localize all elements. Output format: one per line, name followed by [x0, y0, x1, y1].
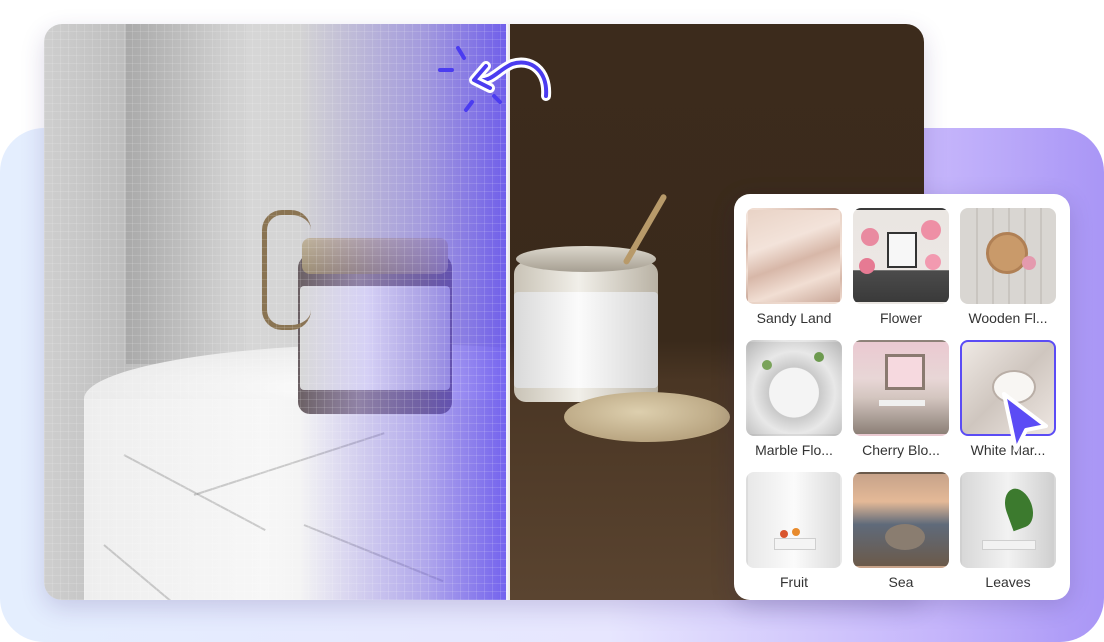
fruit-thumbnail	[746, 472, 842, 568]
background-option-cherry-blossom[interactable]: Cherry Blo...	[853, 340, 949, 458]
cherry-blossom-thumbnail	[853, 340, 949, 436]
background-option-label: Sea	[888, 574, 914, 590]
background-option-label: Flower	[879, 310, 922, 326]
background-option-label: Leaves	[985, 574, 1031, 590]
background-option-label: Wooden Fl...	[968, 310, 1048, 326]
background-option-wooden-floor[interactable]: Wooden Fl...	[960, 208, 1056, 326]
background-option-fruit[interactable]: Fruit	[746, 472, 842, 590]
background-option-label: Sandy Land	[756, 310, 832, 326]
marble-floor-thumbnail	[746, 340, 842, 436]
flower-thumbnail	[853, 208, 949, 304]
sandy-land-thumbnail	[746, 208, 842, 304]
jar-right-lid	[564, 392, 730, 442]
background-option-label: Fruit	[780, 574, 808, 590]
swap-arrow-icon	[438, 46, 552, 112]
background-option-leaves[interactable]: Leaves	[960, 472, 1056, 590]
background-option-marble-floor[interactable]: Marble Flo...	[746, 340, 842, 458]
jar-right-label	[514, 292, 658, 388]
sea-thumbnail	[853, 472, 949, 568]
background-option-label: Marble Flo...	[755, 442, 833, 458]
mouse-pointer-icon	[1002, 392, 1048, 452]
leaves-thumbnail	[960, 472, 1056, 568]
background-option-flower[interactable]: Flower	[853, 208, 949, 326]
wooden-floor-thumbnail	[960, 208, 1056, 304]
background-option-sea[interactable]: Sea	[853, 472, 949, 590]
background-option-label: Cherry Blo...	[862, 442, 940, 458]
background-option-sandy-land[interactable]: Sandy Land	[746, 208, 842, 326]
